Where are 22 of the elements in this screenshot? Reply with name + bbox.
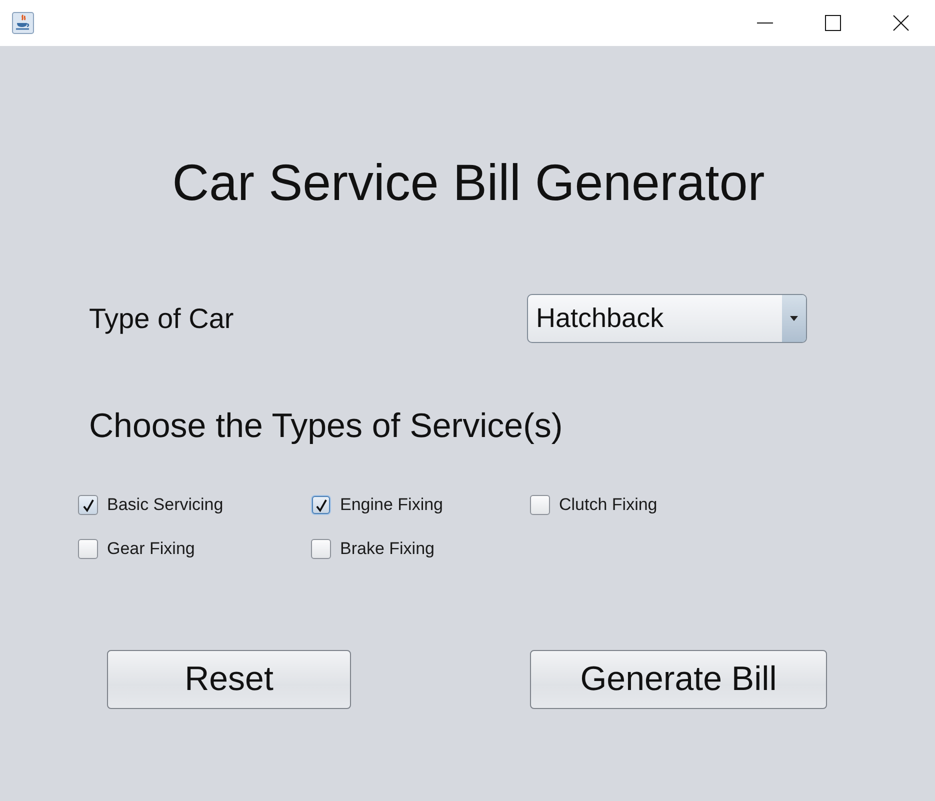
coffee-cup-icon — [12, 12, 34, 34]
checkbox-label[interactable]: Gear Fixing — [107, 539, 195, 559]
checkbox[interactable] — [311, 539, 331, 559]
car-type-dropdown[interactable]: Hatchback — [527, 294, 807, 343]
checkbox-label[interactable]: Clutch Fixing — [559, 495, 658, 515]
maximize-icon[interactable] — [825, 15, 841, 31]
services-heading: Choose the Types of Service(s) — [89, 406, 563, 446]
minimize-icon[interactable] — [757, 22, 773, 24]
checkbox-label[interactable]: Brake Fixing — [340, 539, 434, 559]
checkbox-label[interactable]: Basic Servicing — [107, 495, 224, 515]
checkbox[interactable] — [78, 495, 98, 515]
app-title: Car Service Bill Generator — [171, 153, 765, 213]
checkmark-icon — [82, 498, 94, 512]
checkbox[interactable] — [78, 539, 98, 559]
caret-icon — [782, 295, 806, 342]
reset-button[interactable]: Reset — [107, 650, 351, 709]
checkbox[interactable] — [530, 495, 550, 515]
close-icon[interactable] — [893, 15, 909, 31]
checkmark-icon — [316, 498, 326, 512]
car-type-label: Type of Car — [89, 302, 235, 336]
checkbox-label[interactable]: Engine Fixing — [340, 495, 444, 515]
generate-bill-button[interactable]: Generate Bill — [530, 650, 827, 709]
